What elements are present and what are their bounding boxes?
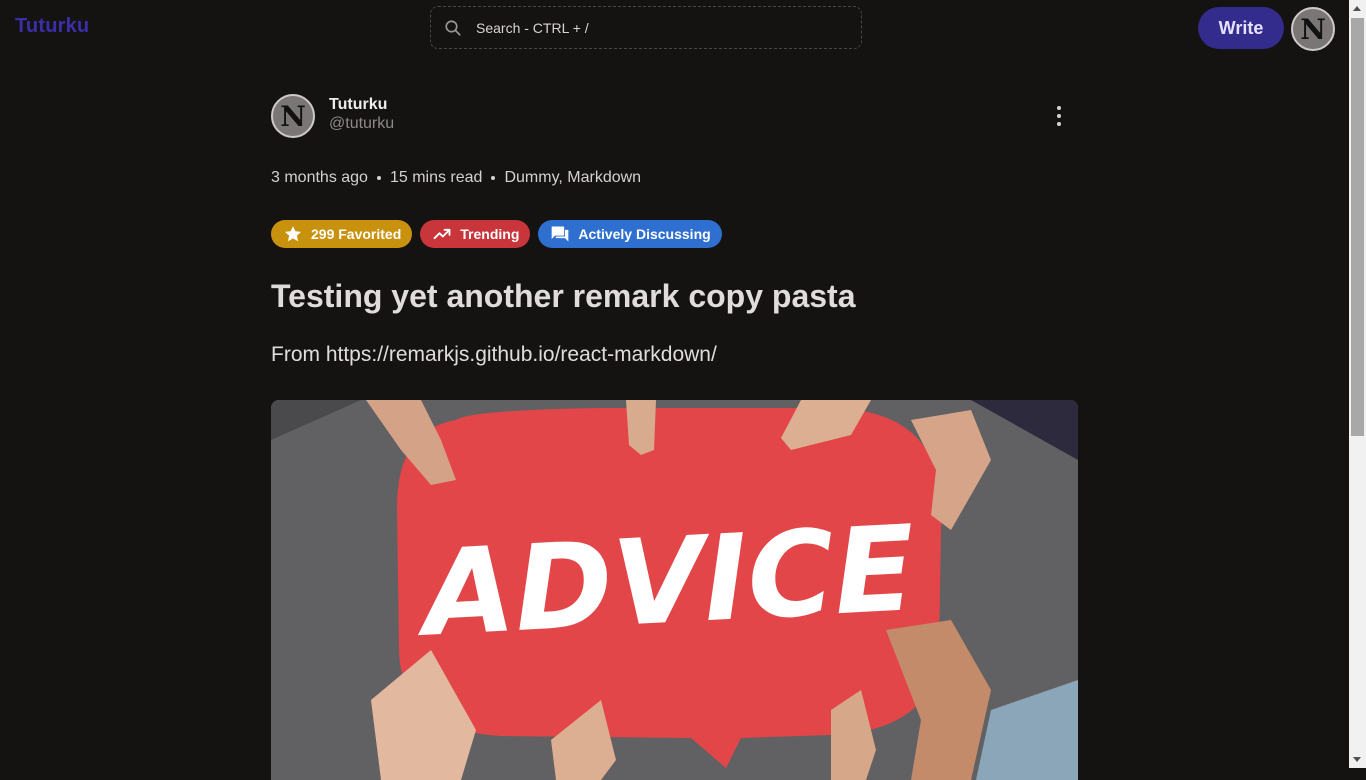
brand-logo[interactable]: Tuturku bbox=[15, 15, 89, 38]
post-date: 3 months ago bbox=[271, 169, 368, 186]
read-time: 15 mins read bbox=[389, 169, 483, 186]
star-icon bbox=[284, 226, 302, 242]
more-vertical-icon[interactable] bbox=[1052, 106, 1066, 126]
separator-dot bbox=[376, 176, 381, 180]
post-tags[interactable]: Dummy, Markdown bbox=[504, 169, 641, 187]
hero-image: ADVICE bbox=[271, 400, 1078, 780]
badge-row: 299 Favorited Trending Actively Discussi… bbox=[271, 220, 722, 248]
post-title: Testing yet another remark copy pasta bbox=[271, 278, 856, 314]
advice-image: ADVICE bbox=[271, 400, 1078, 780]
scroll-up-arrow-icon[interactable] bbox=[1353, 6, 1361, 11]
author-name[interactable]: Tuturku bbox=[329, 96, 387, 114]
image-text: ADVICE bbox=[412, 499, 918, 663]
author-row: N Tuturku @tuturku bbox=[271, 92, 1078, 138]
scroll-down-arrow-icon[interactable] bbox=[1353, 757, 1361, 762]
article: N Tuturku @tuturku 3 months ago 15 mins … bbox=[271, 92, 1078, 780]
author-avatar[interactable]: N bbox=[271, 94, 315, 138]
trending-badge[interactable]: Trending bbox=[420, 220, 531, 248]
post-meta: 3 months ago 15 mins read Dummy, Markdow… bbox=[271, 169, 641, 187]
trending-up-icon bbox=[433, 228, 451, 240]
separator-dot bbox=[491, 176, 496, 180]
post-subtitle: From https://remarkjs.github.io/react-ma… bbox=[271, 343, 717, 366]
search-icon bbox=[445, 19, 461, 36]
user-avatar[interactable]: N bbox=[1291, 7, 1335, 51]
top-navbar: Tuturku Write N bbox=[0, 0, 1349, 56]
favorited-badge[interactable]: 299 Favorited bbox=[271, 220, 413, 248]
author-handle: @tuturku bbox=[329, 115, 395, 132]
scrollbar-thumb[interactable] bbox=[1351, 18, 1364, 436]
search-input[interactable] bbox=[474, 18, 838, 37]
discussing-badge[interactable]: Actively Discussing bbox=[538, 220, 722, 248]
scrollbar[interactable] bbox=[1349, 0, 1366, 768]
forum-icon bbox=[552, 226, 569, 242]
write-button[interactable]: Write bbox=[1198, 7, 1284, 49]
search-bar[interactable] bbox=[430, 6, 862, 49]
